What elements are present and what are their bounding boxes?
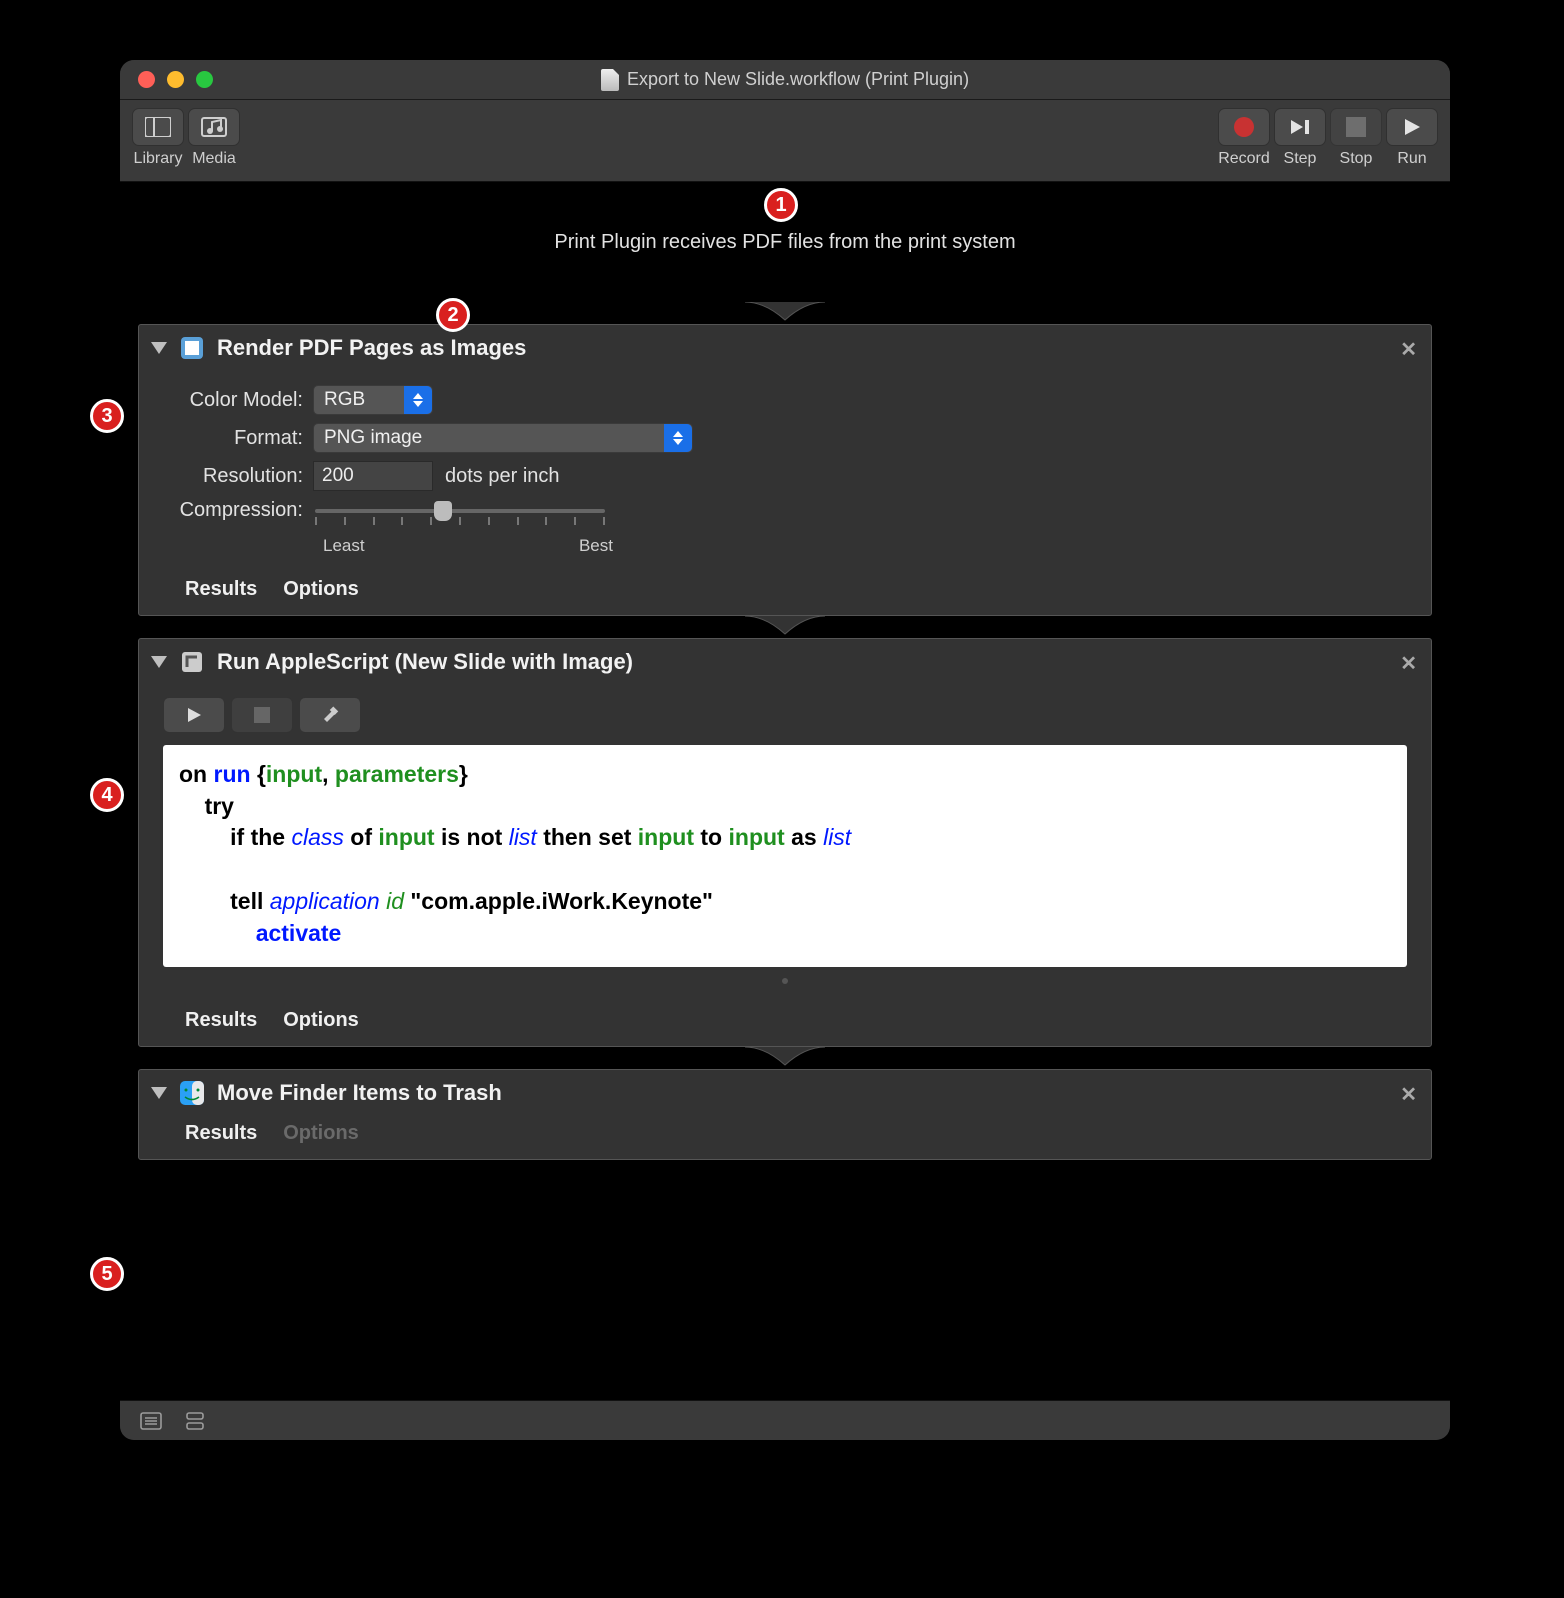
statusbar [120,1400,1450,1440]
format-select[interactable]: PNG image [313,423,693,453]
run-button[interactable] [1386,108,1438,146]
workflow-view-icon[interactable] [184,1412,206,1430]
options-tab: Options [283,1122,359,1145]
resize-handle[interactable] [143,975,1427,987]
step-icon [1287,117,1313,137]
select-arrows-icon [404,386,432,414]
callouts-badge: 4 [90,778,124,812]
options-tab[interactable]: Options [283,1009,359,1032]
document-icon [601,69,619,91]
media-label: Media [192,150,236,168]
script-stop-button[interactable] [231,697,293,733]
window-controls [120,71,213,88]
callout-badge: 1 [764,188,798,222]
options-tab[interactable]: Options [283,578,359,601]
callouts-badge: 5 [90,1257,124,1291]
select-arrows-icon [664,424,692,452]
remove-action-button[interactable]: ✕ [1400,651,1417,676]
connector [120,1047,1450,1069]
disclosure-triangle-icon[interactable] [151,656,167,668]
compression-label: Compression: [163,499,313,522]
receiver-text: Print Plugin receives PDF files from the… [554,231,1015,254]
media-button[interactable] [188,108,240,146]
remove-action-button[interactable]: ✕ [1400,337,1417,362]
stop-icon [254,707,270,723]
results-tab[interactable]: Results [185,578,257,601]
step-button[interactable] [1274,108,1326,146]
library-label: Library [134,150,183,168]
script-compile-button[interactable] [299,697,361,733]
step-label: Step [1284,150,1317,168]
format-value: PNG image [324,427,422,449]
stop-icon [1346,117,1366,137]
stop-label: Stop [1340,150,1373,168]
play-icon [185,706,203,724]
resolution-label: Resolution: [163,465,313,488]
action-render-pdf[interactable]: Render PDF Pages as Images ✕ Color Model… [138,324,1432,616]
log-view-icon[interactable] [140,1412,162,1430]
action-move-to-trash[interactable]: Move Finder Items to Trash ✕ Results Opt… [138,1069,1432,1160]
color-model-value: RGB [324,389,365,411]
automator-window: Export to New Slide.workflow (Print Plug… [120,60,1450,1440]
callouts-badge: 2 [436,298,470,332]
stop-button[interactable] [1330,108,1382,146]
connector [120,302,1450,324]
compression-min: Least [323,536,365,556]
play-icon [1402,117,1422,137]
resolution-unit: dots per inch [445,465,560,488]
resolution-input[interactable] [313,461,433,491]
applescript-icon [179,649,205,675]
results-tab[interactable]: Results [185,1122,257,1145]
compression-slider[interactable] [315,501,605,521]
close-window-button[interactable] [138,71,155,88]
record-icon [1234,117,1254,137]
remove-action-button[interactable]: ✕ [1400,1082,1417,1107]
finder-icon [179,1080,205,1106]
compression-max: Best [579,536,613,556]
action-title: Run AppleScript (New Slide with Image) [217,649,633,675]
disclosure-triangle-icon[interactable] [151,342,167,354]
workflow-canvas: Print Plugin receives PDF files from the… [120,182,1450,1400]
record-label: Record [1218,150,1270,168]
record-button[interactable] [1218,108,1270,146]
minimize-window-button[interactable] [167,71,184,88]
zoom-window-button[interactable] [196,71,213,88]
titlebar: Export to New Slide.workflow (Print Plug… [120,60,1450,100]
action-run-applescript[interactable]: Run AppleScript (New Slide with Image) ✕… [138,638,1432,1047]
preview-app-icon [179,335,205,361]
action-title: Render PDF Pages as Images [217,335,526,361]
run-label: Run [1397,150,1426,168]
format-label: Format: [163,427,313,450]
color-model-label: Color Model: [163,389,313,412]
toolbar: Library Media Record Step [120,100,1450,182]
script-editor[interactable]: on run {input, parameters} try if the cl… [163,745,1407,967]
window-title: Export to New Slide.workflow (Print Plug… [627,69,969,90]
hammer-icon [320,705,340,725]
script-run-button[interactable] [163,697,225,733]
results-tab[interactable]: Results [185,1009,257,1032]
callouts-badge: 3 [90,399,124,433]
library-button[interactable] [132,108,184,146]
disclosure-triangle-icon[interactable] [151,1087,167,1099]
connector [120,616,1450,638]
action-title: Move Finder Items to Trash [217,1080,502,1106]
color-model-select[interactable]: RGB [313,385,433,415]
